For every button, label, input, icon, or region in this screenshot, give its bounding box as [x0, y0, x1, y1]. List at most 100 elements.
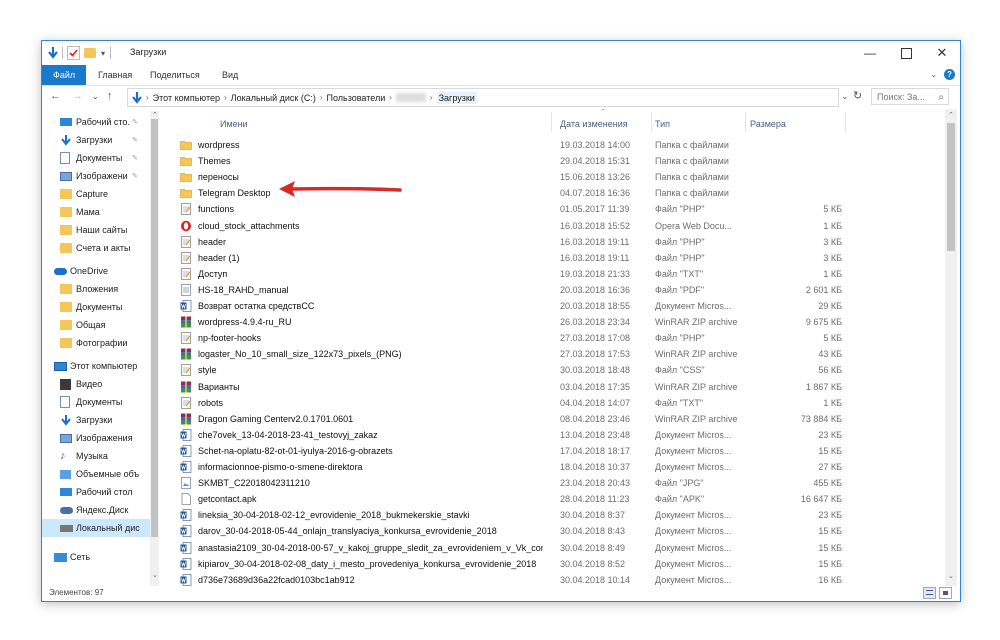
nav-item[interactable]: Документы: [60, 298, 122, 316]
file-row[interactable]: Доступ 19.03.2018 21:33 Файл "TXT" 1 КБ: [170, 266, 942, 282]
file-row[interactable]: Themes 29.04.2018 15:31 Папка с файлами: [170, 153, 942, 169]
column-header-date[interactable]: Дата изменения: [560, 114, 628, 134]
file-row[interactable]: informacionnoe-pismo-o-smene-direktora 18…: [170, 459, 942, 475]
new-folder-icon[interactable]: [84, 48, 96, 58]
column-divider[interactable]: [651, 112, 652, 132]
breadcrumb-separator: ›: [146, 93, 149, 102]
nav-item[interactable]: Мама: [60, 203, 100, 221]
search-input[interactable]: Поиск: За... ⌕: [871, 88, 949, 105]
address-dropdown-icon[interactable]: ⌄: [841, 91, 849, 102]
nav-item[interactable]: Документы: [60, 393, 122, 411]
breadcrumb-this-pc[interactable]: Этот компьютер: [153, 93, 220, 103]
pin-icon[interactable]: ✎: [132, 154, 138, 162]
nav-item[interactable]: Объемные объ: [60, 465, 139, 483]
forward-button[interactable]: →: [72, 90, 83, 102]
column-divider[interactable]: [551, 112, 552, 132]
address-bar[interactable]: › Этот компьютер › Локальный диск (C:) ›…: [127, 88, 839, 107]
nav-item[interactable]: Изображени ✎: [60, 167, 138, 185]
file-row[interactable]: getcontact.apk 28.04.2018 11:23 Файл "APK"…: [170, 491, 942, 507]
column-divider[interactable]: [845, 112, 846, 132]
nav-item[interactable]: OneDrive: [54, 262, 108, 280]
file-row[interactable]: header (1) 16.03.2018 19:11 Файл "PHP" 3 КБ: [170, 250, 942, 266]
file-row[interactable]: anastasia2109_30-04-2018-00-57_v_kakoj_g…: [170, 540, 942, 556]
file-row[interactable]: HS-18_RAHD_manual 20.03.2018 16:36 Файл "P…: [170, 282, 942, 298]
tab-file[interactable]: Файл: [42, 65, 87, 85]
nav-item[interactable]: Видео: [60, 375, 102, 393]
back-button[interactable]: ←: [50, 90, 61, 102]
breadcrumb-downloads[interactable]: Загрузки: [436, 91, 477, 104]
nav-item[interactable]: Локальный дис: [42, 519, 150, 537]
refresh-icon[interactable]: ↻: [853, 89, 862, 102]
recent-locations-button[interactable]: ⌄: [92, 92, 99, 101]
nav-scroll-down-icon[interactable]: ⌄: [152, 571, 158, 579]
tab-view[interactable]: Вид: [212, 65, 248, 85]
nav-scroll-up-icon[interactable]: ⌃: [152, 111, 158, 119]
nav-item[interactable]: Документы ✎: [60, 149, 138, 167]
nav-item[interactable]: Сеть: [54, 548, 90, 566]
pin-icon[interactable]: ✎: [132, 136, 138, 144]
file-row[interactable]: cloud_stock_attachments 16.03.2018 15:52 O…: [170, 218, 942, 234]
nav-item[interactable]: Фотографии: [60, 334, 127, 352]
close-button[interactable]: ✕: [924, 41, 960, 65]
up-button[interactable]: ↑: [107, 90, 113, 102]
file-row[interactable]: darov_30-04-2018-05-44_onlajn_translyaci…: [170, 523, 942, 539]
list-scroll-up-icon[interactable]: ⌃: [948, 111, 954, 119]
customize-quick-access-icon[interactable]: ▾: [101, 49, 105, 58]
download-arrow-icon[interactable]: [48, 47, 58, 59]
file-row[interactable]: style 30.03.2018 18:48 Файл "CSS" 56 КБ: [170, 362, 942, 378]
pin-icon[interactable]: ✎: [132, 118, 138, 126]
nav-item[interactable]: Изображения: [60, 429, 133, 447]
nav-item[interactable]: Загрузки: [60, 411, 112, 429]
maximize-button[interactable]: [888, 41, 924, 65]
minimize-button[interactable]: —: [852, 41, 888, 65]
file-row[interactable]: robots 04.04.2018 14:07 Файл "TXT" 1 КБ: [170, 395, 942, 411]
nav-item[interactable]: Яндекс.Диск: [60, 501, 128, 519]
file-row[interactable]: che7ovek_13-04-2018-23-41_testovyj_zakaz…: [170, 427, 942, 443]
download-icon: [60, 134, 76, 146]
file-row[interactable]: Возврат остатка средствCC 20.03.2018 18:5…: [170, 298, 942, 314]
list-scrollbar-thumb[interactable]: [947, 123, 955, 251]
file-name: cloud_stock_attachments: [198, 220, 300, 231]
file-row[interactable]: functions 01.05.2017 11:39 Файл "PHP" 5 КБ: [170, 201, 942, 217]
file-row[interactable]: wordpress 19.03.2018 14:00 Папка с файлами: [170, 137, 942, 153]
nav-item[interactable]: Наши сайты: [60, 221, 127, 239]
file-row[interactable]: header 16.03.2018 19:11 Файл "PHP" 3 КБ: [170, 234, 942, 250]
file-row[interactable]: wordpress-4.9.4-ru_RU 26.03.2018 23:34 Win…: [170, 314, 942, 330]
column-header-name[interactable]: Имени: [220, 114, 248, 134]
file-date: 30.04.2018 8:37: [560, 510, 626, 521]
file-row[interactable]: np-footer-hooks 27.03.2018 17:08 Файл "PHP…: [170, 330, 942, 346]
nav-item[interactable]: Этот компьютер: [54, 357, 137, 375]
nav-item[interactable]: Общая: [60, 316, 105, 334]
nav-item[interactable]: ♪ Музыка: [60, 447, 108, 465]
properties-icon[interactable]: [67, 46, 80, 60]
nav-item[interactable]: Рабочий стол: [60, 483, 133, 501]
breadcrumb-local-disk[interactable]: Локальный диск (C:): [231, 93, 316, 103]
large-icons-view-button[interactable]: [939, 587, 952, 599]
details-view-button[interactable]: [923, 587, 936, 599]
up-arrow-icon: ↑: [107, 90, 113, 102]
nav-item[interactable]: Загрузки ✎: [60, 131, 138, 149]
file-row[interactable]: logaster_No_10_small_size_122x73_pixels_…: [170, 346, 942, 362]
nav-item[interactable]: Счета и акты: [60, 239, 130, 257]
file-row[interactable]: Dragon Gaming Centerv2.0.1701.0601 08.04.…: [170, 411, 942, 427]
nav-scrollbar-thumb[interactable]: [151, 119, 158, 537]
expand-ribbon-icon[interactable]: ⌄: [930, 69, 938, 80]
nav-item[interactable]: Рабочий сто. ✎: [60, 113, 138, 131]
breadcrumb-users[interactable]: Пользователи: [327, 93, 386, 103]
nav-item[interactable]: Вложения: [60, 280, 118, 298]
tab-home[interactable]: Главная: [88, 65, 142, 85]
column-header-type[interactable]: Тип: [655, 114, 670, 134]
file-row[interactable]: kipiarov_30-04-2018-02-08_daty_i_mesto_p…: [170, 556, 942, 572]
file-row[interactable]: lineksia_30-04-2018-02-12_evrovidenie_20…: [170, 507, 942, 523]
nav-item[interactable]: Capture: [60, 185, 108, 203]
file-row[interactable]: Варианты 03.04.2018 17:35 WinRAR ZIP archi…: [170, 379, 942, 395]
column-header-size[interactable]: Размера: [750, 114, 786, 134]
file-row[interactable]: SKMBT_C22018042311210 23.04.2018 20:43 Фай…: [170, 475, 942, 491]
file-row[interactable]: d736e73689d36a22fcad0103bc1ab912 30.04.20…: [170, 572, 942, 586]
tab-share[interactable]: Поделиться: [140, 65, 210, 85]
list-scroll-down-icon[interactable]: ⌄: [948, 572, 954, 580]
column-divider[interactable]: [745, 112, 746, 132]
file-row[interactable]: Schet-na-oplatu-82-ot-01-iyulya-2016-g-o…: [170, 443, 942, 459]
help-icon[interactable]: ?: [944, 69, 955, 80]
pin-icon[interactable]: ✎: [132, 172, 138, 180]
